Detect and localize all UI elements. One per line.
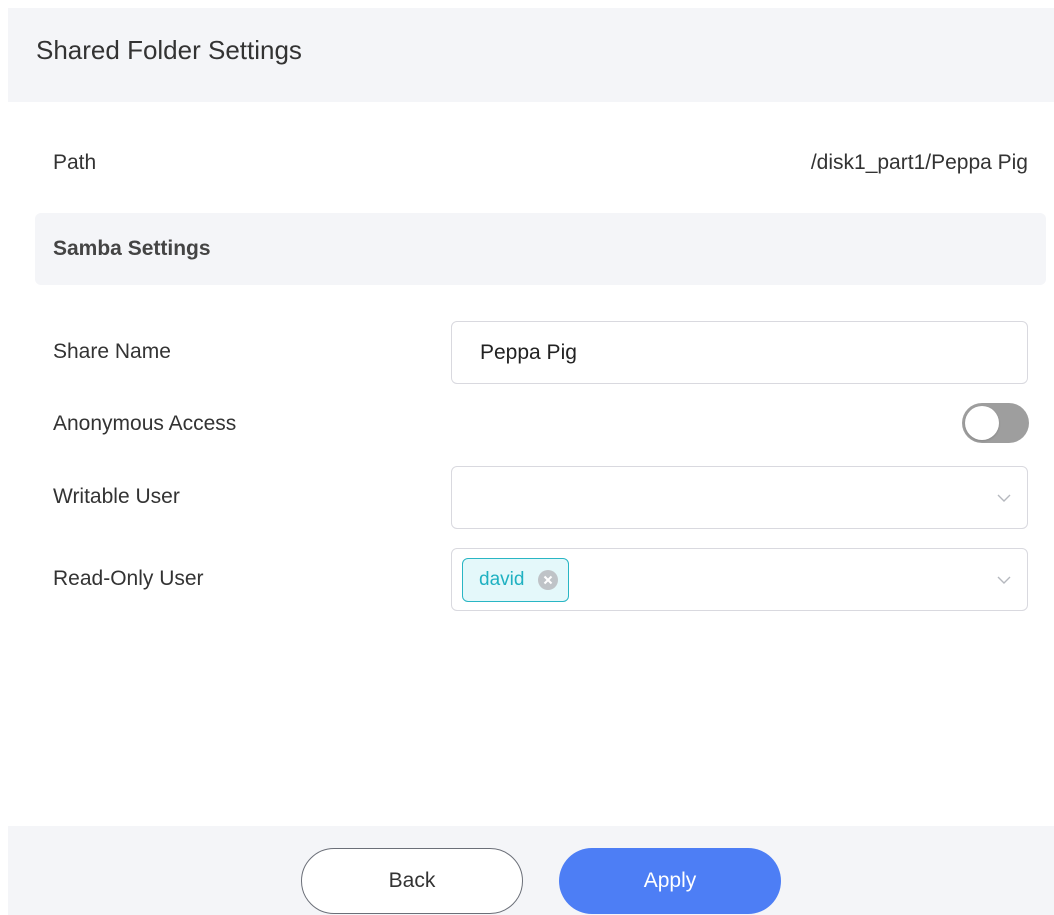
page-header: Shared Folder Settings	[8, 8, 1054, 102]
writable-user-label: Writable User	[53, 485, 180, 508]
read-only-user-label: Read-Only User	[53, 567, 204, 590]
share-name-label: Share Name	[53, 340, 171, 363]
path-row: Path /disk1_part1/Peppa Pig	[53, 148, 1028, 178]
toggle-knob	[965, 406, 999, 440]
shared-folder-settings-page: Shared Folder Settings Path /disk1_part1…	[0, 0, 1054, 915]
user-tag: david	[462, 558, 570, 602]
footer-bar	[8, 826, 1054, 915]
user-tag-label: david	[479, 569, 525, 590]
page-title: Shared Folder Settings	[36, 34, 302, 65]
path-label: Path	[53, 151, 97, 174]
writable-user-select[interactable]	[451, 466, 1028, 529]
anonymous-access-label: Anonymous Access	[53, 412, 237, 435]
chevron-down-icon	[997, 494, 1011, 502]
section-title: Samba Settings	[53, 237, 211, 260]
back-button[interactable]: Back	[301, 848, 523, 914]
share-name-input[interactable]	[451, 321, 1028, 384]
anonymous-access-toggle[interactable]	[962, 403, 1029, 443]
close-circle-icon[interactable]	[538, 570, 559, 590]
apply-button[interactable]: Apply	[559, 848, 781, 914]
chevron-down-icon	[997, 576, 1011, 584]
samba-settings-section: Samba Settings	[35, 213, 1046, 285]
path-value: /disk1_part1/Peppa Pig	[810, 151, 1028, 174]
read-only-user-select[interactable]: david	[451, 548, 1028, 611]
